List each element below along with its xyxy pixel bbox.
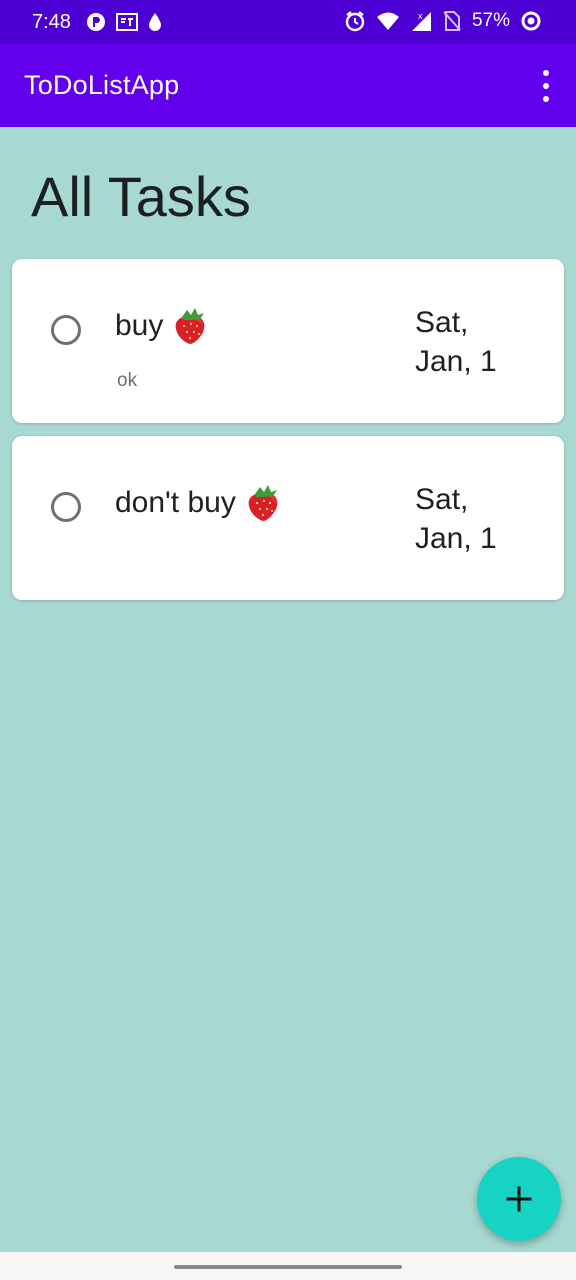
strawberry-icon (176, 308, 205, 344)
task-complete-radio[interactable] (51, 315, 81, 345)
app-bar: ToDoListApp (0, 44, 576, 127)
task-card[interactable]: don't buy Sat, Jan, 1 (12, 436, 564, 600)
battery-ring-icon (521, 11, 541, 31)
alarm-icon (345, 11, 365, 32)
droplet-icon (149, 13, 161, 31)
no-sim-icon (443, 11, 461, 31)
task-date: Sat, Jan, 1 (415, 480, 545, 558)
menu-dot (543, 96, 549, 102)
task-list: buy ok Sat, Jan, 1 don't buy Sat, Jan, 1 (12, 259, 564, 613)
task-complete-radio[interactable] (51, 492, 81, 522)
currency-icon (116, 13, 138, 31)
task-date-month: Jan, 1 (415, 345, 497, 378)
task-note: ok (117, 370, 138, 391)
page-title: All Tasks (31, 165, 251, 228)
strawberry-icon (248, 485, 278, 521)
battery-percent: 57% (471, 10, 510, 31)
menu-dot (543, 83, 549, 89)
menu-dot (543, 70, 549, 76)
svg-text:x: x (418, 11, 423, 21)
task-title: don't buy (115, 484, 282, 522)
wifi-icon (376, 12, 399, 30)
task-date: Sat, Jan, 1 (415, 303, 545, 381)
task-title-text: buy (115, 309, 164, 342)
task-title-text: don't buy (115, 486, 236, 519)
more-vert-icon[interactable] (536, 70, 556, 102)
task-date-month: Jan, 1 (415, 522, 497, 555)
home-gesture-handle[interactable] (174, 1265, 402, 1269)
task-date-day: Sat, (415, 483, 469, 516)
app-title: ToDoListApp (24, 70, 180, 100)
task-card[interactable]: buy ok Sat, Jan, 1 (12, 259, 564, 423)
plus-icon (506, 1186, 532, 1212)
status-right-icons: x 57% (344, 10, 542, 32)
system-nav-bar (0, 1252, 576, 1280)
task-title: buy (115, 307, 209, 345)
status-bar: 7:48 x 57% (0, 0, 576, 44)
add-task-button[interactable] (477, 1157, 561, 1241)
app-icon (87, 13, 105, 31)
status-time: 7:48 (32, 11, 71, 33)
status-left-icons (86, 12, 162, 32)
task-date-day: Sat, (415, 306, 469, 339)
signal-icon: x (411, 11, 431, 31)
